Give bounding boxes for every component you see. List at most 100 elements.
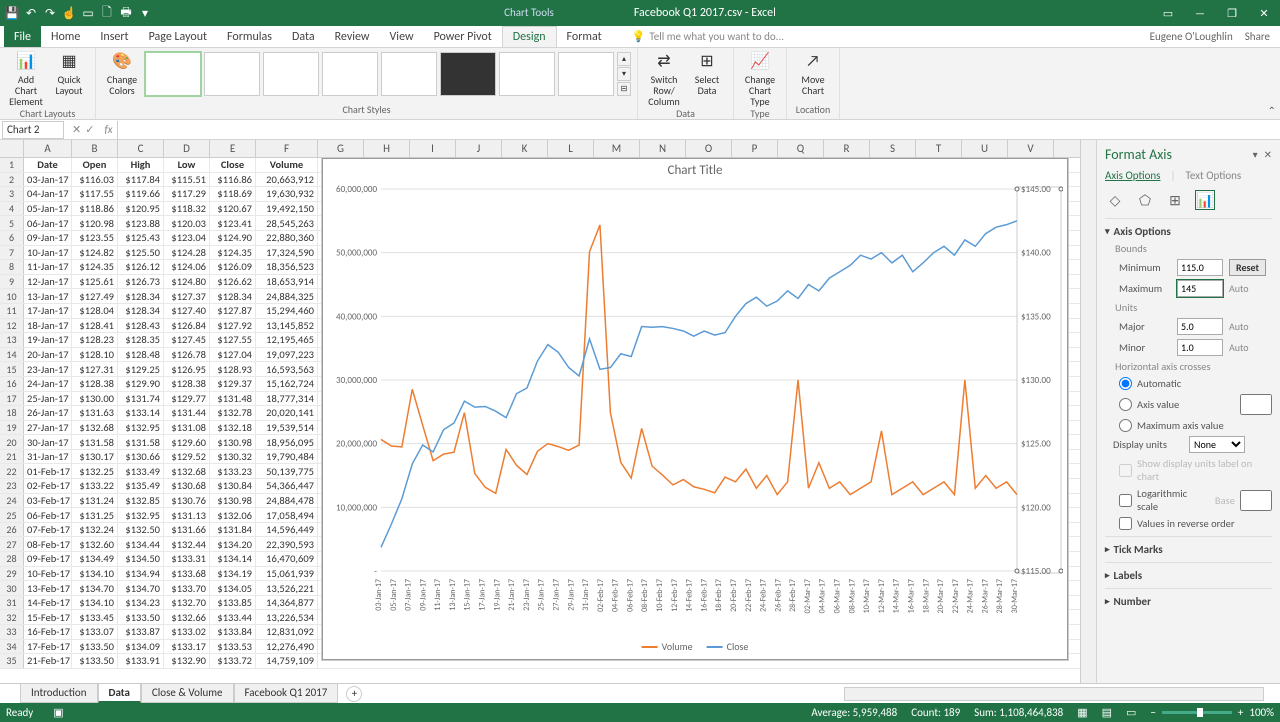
cell[interactable]: $133.50 [72,654,118,668]
chart-style-2[interactable] [204,52,260,96]
cell[interactable]: $127.87 [210,304,256,318]
tab-review[interactable]: Review [325,26,380,47]
cell[interactable]: 07-Feb-17 [24,523,72,537]
cell[interactable]: Volume [256,158,318,172]
cell[interactable]: $132.25 [72,464,118,478]
row-header[interactable]: 15 [0,362,24,376]
cell[interactable]: 19,539,514 [256,421,318,435]
cell[interactable]: $129.60 [164,435,210,449]
cell[interactable]: 13,226,534 [256,610,318,624]
cell[interactable]: 09-Feb-17 [24,552,72,566]
cell[interactable]: $132.50 [118,523,164,537]
cell[interactable]: $128.35 [118,333,164,347]
cell[interactable]: 20,663,912 [256,173,318,187]
cell[interactable]: 14,364,877 [256,596,318,610]
cell[interactable]: 15,162,724 [256,377,318,391]
add-worksheet-button[interactable]: + [346,686,362,702]
undo-icon[interactable]: ↶ [23,5,39,21]
cell[interactable]: $133.23 [210,464,256,478]
cell[interactable]: $128.34 [210,289,256,303]
close-icon[interactable]: ✕ [1252,7,1276,20]
row-header[interactable]: 11 [0,304,24,318]
number-section[interactable]: Number [1105,593,1272,610]
cell[interactable]: $128.04 [72,304,118,318]
axis-options-icon[interactable]: 📊 [1195,190,1215,210]
zoom-in-icon[interactable]: + [1238,706,1243,719]
chart-style-3[interactable] [263,52,319,96]
cell[interactable]: 11-Jan-17 [24,260,72,274]
cell[interactable]: 05-Jan-17 [24,202,72,216]
qat-more-icon[interactable]: ▾ [137,5,153,21]
cell[interactable]: $132.60 [72,537,118,551]
cell[interactable]: $134.70 [72,581,118,595]
size-icon[interactable]: ⊞ [1165,190,1185,210]
switch-row-col-button[interactable]: ⇄Switch Row/ Column [644,50,684,107]
tab-insert[interactable]: Insert [90,26,138,47]
save-icon[interactable]: 💾 [4,5,20,21]
col-header-P[interactable]: P [732,140,778,157]
cell[interactable]: $126.84 [164,319,210,333]
cell[interactable]: $130.17 [72,450,118,464]
cell[interactable]: $125.61 [72,275,118,289]
zoom-level[interactable]: 100% [1249,706,1274,719]
pane-close-icon[interactable]: ✕ [1264,148,1272,161]
cell[interactable]: 17-Feb-17 [24,640,72,654]
cell[interactable]: 16,470,609 [256,552,318,566]
cell[interactable]: 19-Jan-17 [24,333,72,347]
cell[interactable]: $132.78 [210,406,256,420]
col-header-A[interactable]: A [24,140,72,157]
chart-plot-area[interactable]: -10,000,00020,000,00030,000,00040,000,00… [329,183,1063,623]
cell[interactable]: $134.14 [210,552,256,566]
cell[interactable]: $134.20 [210,537,256,551]
cell[interactable]: 19,492,150 [256,202,318,216]
tab-file[interactable]: File [4,26,41,47]
row-header[interactable]: 30 [0,581,24,595]
cell[interactable]: 18,777,314 [256,392,318,406]
row-header[interactable]: 27 [0,537,24,551]
cell[interactable]: 13,145,852 [256,319,318,333]
worksheet-tab[interactable]: Facebook Q1 2017 [234,684,339,703]
cell[interactable]: $134.10 [72,567,118,581]
row-header[interactable]: 2 [0,173,24,187]
cell[interactable]: $129.90 [118,377,164,391]
row-header[interactable]: 6 [0,231,24,245]
cell[interactable]: $126.12 [118,260,164,274]
cell[interactable]: 12,195,465 [256,333,318,347]
tab-page-layout[interactable]: Page Layout [139,26,217,47]
view-layout-icon[interactable]: ▤ [1102,706,1112,719]
worksheet-tab[interactable]: Introduction [20,684,98,703]
chart-style-7[interactable] [499,52,555,96]
col-header-L[interactable]: L [548,140,594,157]
cell[interactable]: $116.03 [72,173,118,187]
zoom-out-icon[interactable]: − [1150,706,1155,719]
cell[interactable]: $132.85 [118,494,164,508]
cell[interactable]: 15,061,939 [256,567,318,581]
cell[interactable]: 03-Feb-17 [24,494,72,508]
touch-icon[interactable]: ☝ [61,5,77,21]
cell[interactable]: $128.34 [118,289,164,303]
cell[interactable]: 19,097,223 [256,348,318,362]
cell[interactable]: $120.67 [210,202,256,216]
bounds-max-auto[interactable]: Auto [1229,282,1249,295]
row-header[interactable]: 9 [0,275,24,289]
cell[interactable]: 23-Jan-17 [24,362,72,376]
row-header[interactable]: 13 [0,333,24,347]
row-header[interactable]: 25 [0,508,24,522]
row-header[interactable]: 22 [0,464,24,478]
cell[interactable]: $131.66 [164,523,210,537]
tab-home[interactable]: Home [41,26,90,47]
cell[interactable]: $127.40 [164,304,210,318]
cell[interactable]: $133.22 [72,479,118,493]
cell[interactable]: $126.09 [210,260,256,274]
cell[interactable]: 17-Jan-17 [24,304,72,318]
cell[interactable]: 10-Jan-17 [24,246,72,260]
cell[interactable]: 01-Feb-17 [24,464,72,478]
cell[interactable]: $124.35 [210,246,256,260]
row-header[interactable]: 10 [0,289,24,303]
share-button[interactable]: Share [1245,30,1270,43]
cell[interactable]: $128.38 [72,377,118,391]
cell[interactable]: 16,593,563 [256,362,318,376]
col-header-M[interactable]: M [594,140,640,157]
cell[interactable]: $128.43 [118,319,164,333]
cell[interactable]: 18,956,095 [256,435,318,449]
